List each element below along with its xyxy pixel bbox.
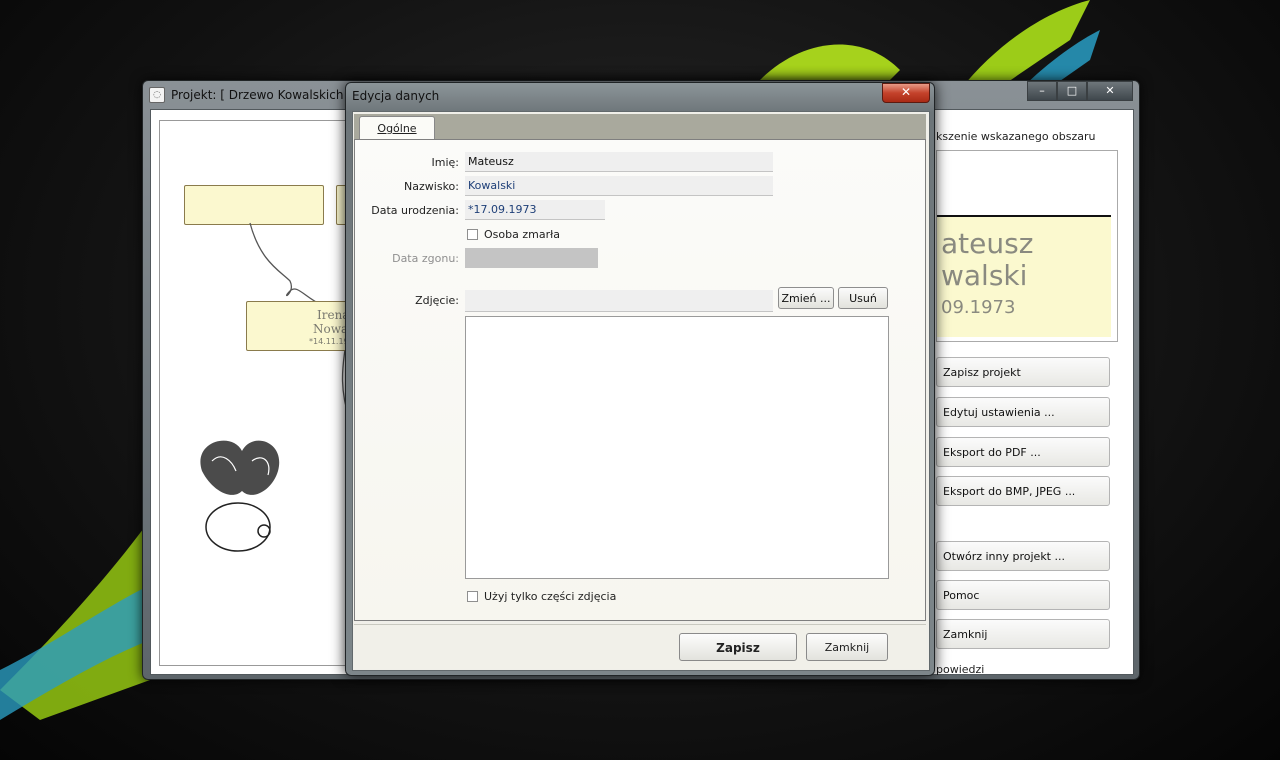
close-window-button[interactable]: ✕ bbox=[1087, 81, 1133, 101]
person-birth-date: *14.11.19 bbox=[309, 337, 349, 346]
open-project-button[interactable]: Otwórz inny projekt ... bbox=[936, 541, 1110, 571]
preview-first-name: ateusz bbox=[941, 227, 1034, 260]
save-button[interactable]: Zapisz bbox=[679, 633, 797, 661]
tab-general-label: Ogólne bbox=[377, 122, 417, 135]
partial-photo-label: Użyj tylko części zdjęcia bbox=[484, 590, 617, 603]
deceased-checkbox-row[interactable]: Osoba zmarła bbox=[467, 228, 560, 241]
main-window-title: Projekt: [ Drzewo Kowalskich ] bbox=[171, 88, 352, 102]
tab-general[interactable]: Ogólne bbox=[359, 116, 435, 141]
remove-photo-button[interactable]: Usuń bbox=[838, 287, 888, 309]
deceased-label: Osoba zmarła bbox=[484, 228, 560, 241]
tab-strip bbox=[354, 114, 926, 140]
dialog-cancel-button[interactable]: Zamknij bbox=[806, 633, 888, 661]
right-panel: kszenie wskazanego obszaru ateusz walski… bbox=[936, 118, 1126, 678]
feedback-link[interactable]: powiedzi bbox=[936, 663, 984, 676]
app-icon: ◌ bbox=[149, 87, 165, 103]
tree-person-card-2[interactable]: Irena Nowa *14.11.19 bbox=[246, 301, 354, 351]
first-name-label: Imię: bbox=[431, 156, 460, 169]
ornament-icon bbox=[200, 440, 280, 552]
family-tree-canvas[interactable]: Irena Nowa *14.11.19 bbox=[159, 120, 354, 666]
first-name-field[interactable]: Mateusz bbox=[465, 152, 773, 172]
partial-photo-checkbox-row[interactable]: Użyj tylko części zdjęcia bbox=[467, 590, 616, 603]
export-image-button[interactable]: Eksport do BMP, JPEG ... bbox=[936, 476, 1110, 506]
deceased-checkbox[interactable] bbox=[467, 229, 478, 240]
photo-path-field[interactable] bbox=[465, 290, 773, 312]
tree-person-card-1[interactable] bbox=[184, 185, 324, 225]
preview-area: ateusz walski 09.1973 bbox=[936, 150, 1118, 342]
save-project-button[interactable]: Zapisz projekt bbox=[936, 357, 1110, 387]
close-button[interactable]: Zamknij bbox=[936, 619, 1110, 649]
photo-label: Zdjęcie: bbox=[415, 294, 459, 307]
edit-settings-button[interactable]: Edytuj ustawienia ... bbox=[936, 397, 1110, 427]
edit-data-dialog: Edycja danych ✕ Ogólne Imię: Mateusz Naz… bbox=[345, 82, 935, 676]
partial-photo-checkbox[interactable] bbox=[467, 591, 478, 602]
birth-date-label: Data urodzenia: bbox=[371, 204, 459, 217]
death-date-label: Data zgonu: bbox=[392, 252, 459, 265]
main-window-title-bar: ◌ Projekt: [ Drzewo Kowalskich ] bbox=[149, 85, 352, 105]
preview-last-name: walski bbox=[941, 259, 1028, 292]
preview-scroll: ateusz walski 09.1973 bbox=[937, 215, 1111, 337]
window-controls: – □ ✕ bbox=[1027, 81, 1133, 101]
help-button[interactable]: Pomoc bbox=[936, 580, 1110, 610]
death-date-field bbox=[465, 248, 598, 268]
person-last-name: Nowa bbox=[313, 322, 349, 336]
last-name-field[interactable]: Kowalski bbox=[465, 176, 773, 196]
minimize-button[interactable]: – bbox=[1027, 81, 1057, 101]
last-name-label: Nazwisko: bbox=[404, 180, 459, 193]
tab-panel-general: Imię: Mateusz Nazwisko: Kowalski Data ur… bbox=[354, 139, 926, 621]
dialog-close-button[interactable]: ✕ bbox=[882, 83, 930, 103]
export-pdf-button[interactable]: Eksport do PDF ... bbox=[936, 437, 1110, 467]
birth-date-field[interactable]: *17.09.1973 bbox=[465, 200, 605, 220]
photo-preview bbox=[465, 316, 889, 579]
dialog-footer: Zapisz Zamknij bbox=[354, 624, 926, 669]
preview-date: 09.1973 bbox=[941, 297, 1016, 318]
dialog-body: Ogólne Imię: Mateusz Nazwisko: Kowalski … bbox=[352, 111, 930, 671]
dialog-title: Edycja danych bbox=[352, 89, 440, 103]
preview-label: kszenie wskazanego obszaru bbox=[936, 130, 1096, 143]
maximize-button[interactable]: □ bbox=[1057, 81, 1087, 101]
change-photo-button[interactable]: Zmień ... bbox=[778, 287, 834, 309]
